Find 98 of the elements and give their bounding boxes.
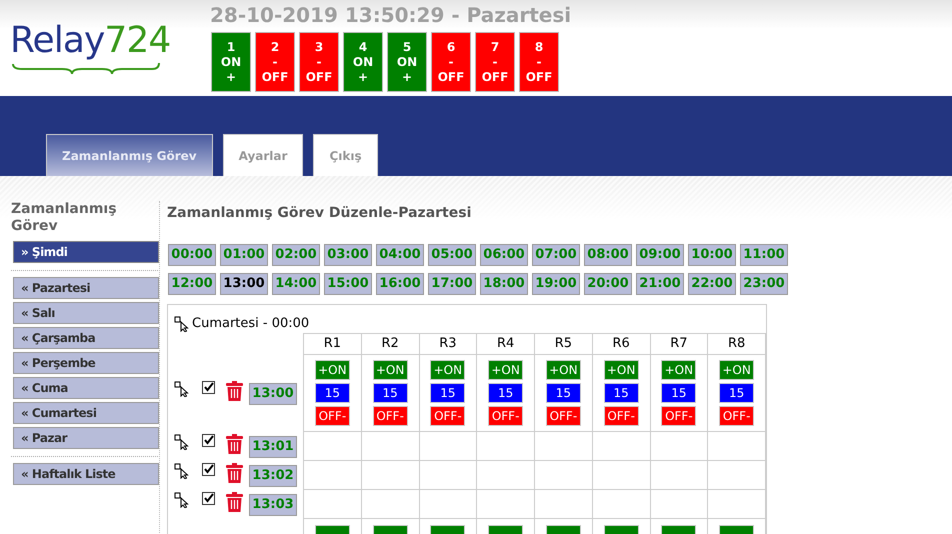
relay-status-button[interactable]: 7 - OFF xyxy=(475,32,515,92)
relay-status-button[interactable]: 5 ON + xyxy=(387,32,427,92)
hour-button[interactable]: 21:00 xyxy=(636,273,684,295)
hour-button[interactable]: 14:00 xyxy=(272,273,320,295)
relay-status-button[interactable]: 6 - OFF xyxy=(431,32,471,92)
sidebar-title: Zamanlanmış Görev xyxy=(11,201,118,235)
column-header: R8 xyxy=(708,334,766,354)
duration-value: 15 xyxy=(661,383,696,403)
hour-button[interactable]: 01:00 xyxy=(220,244,268,266)
hour-button[interactable]: 10:00 xyxy=(688,244,736,266)
hour-button[interactable]: 20:00 xyxy=(584,273,632,295)
relay-status-button[interactable]: 1 ON + xyxy=(211,32,251,92)
time-label: 13:00 xyxy=(249,382,297,404)
cursor-copy-icon[interactable] xyxy=(174,434,190,450)
duration-value: 15 xyxy=(314,383,350,403)
off-button[interactable]: OFF- xyxy=(661,406,696,426)
hour-button[interactable]: 23:00 xyxy=(740,273,788,295)
on-button[interactable]: +ON xyxy=(488,360,524,380)
hour-button[interactable]: 04:00 xyxy=(376,244,424,266)
on-button[interactable]: +ON xyxy=(372,360,408,380)
sidebar-item[interactable]: » Şimdi xyxy=(13,241,159,263)
cursor-copy-icon[interactable] xyxy=(174,316,190,332)
on-button[interactable]: +ON xyxy=(661,360,696,380)
hour-button[interactable]: 08:00 xyxy=(584,244,632,266)
checkbox[interactable] xyxy=(202,492,215,504)
nav-tab[interactable]: Ayarlar xyxy=(222,134,304,176)
page-title: Zamanlanmış Görev Düzenle-Pazartesi xyxy=(167,204,472,222)
relay-status-button[interactable]: 8 - OFF xyxy=(519,32,559,92)
on-button[interactable]: +ON xyxy=(546,360,581,380)
duration-value: 15 xyxy=(604,383,639,403)
off-button[interactable]: OFF- xyxy=(314,406,350,426)
on-button[interactable]: +ON xyxy=(604,360,639,380)
trash-icon[interactable] xyxy=(226,380,243,400)
off-button[interactable]: OFF- xyxy=(546,406,581,426)
relay-status-button[interactable]: 2 - OFF xyxy=(255,32,295,92)
sidebar-item[interactable]: « Cumartesi xyxy=(13,402,159,424)
hour-button[interactable]: 22:00 xyxy=(688,273,736,295)
on-button[interactable]: +ON xyxy=(430,360,466,380)
time-label: 13:03 xyxy=(249,494,297,516)
date-time-text: 28-10-2019 13:50:29 - Pazartesi xyxy=(210,2,572,28)
hour-button[interactable]: 06:00 xyxy=(480,244,528,266)
trash-icon[interactable] xyxy=(226,492,243,512)
on-button[interactable]: +ON xyxy=(314,360,350,380)
sidebar-item[interactable]: « Pazartesi xyxy=(13,277,159,299)
duration-value: 15 xyxy=(719,383,754,403)
on-button[interactable]: +ON xyxy=(719,360,754,380)
column-header: R5 xyxy=(534,334,592,354)
duration-value: 15 xyxy=(546,383,581,403)
hour-button[interactable]: 11:00 xyxy=(740,244,788,266)
sidebar-item[interactable]: « Cuma xyxy=(13,377,159,399)
hour-button[interactable]: 05:00 xyxy=(428,244,476,266)
hour-button[interactable]: 12:00 xyxy=(168,273,216,295)
off-button[interactable]: OFF- xyxy=(604,406,639,426)
cursor-copy-icon[interactable] xyxy=(174,492,190,508)
nav-tab[interactable]: Zamanlanmış Görev xyxy=(46,134,213,176)
column-header: R7 xyxy=(650,334,708,354)
off-button[interactable]: OFF- xyxy=(719,406,754,426)
hour-button[interactable]: 02:00 xyxy=(272,244,320,266)
trash-icon[interactable] xyxy=(226,434,243,454)
column-header: R3 xyxy=(419,334,477,354)
cursor-copy-icon[interactable] xyxy=(174,462,190,478)
relay-logo: Relay724 xyxy=(10,20,170,76)
hour-button[interactable]: 13:00 xyxy=(220,273,268,295)
sidebar-item[interactable]: « Pazar xyxy=(13,427,159,449)
sidebar-item[interactable]: « Perşembe xyxy=(13,352,159,374)
column-header: R4 xyxy=(476,334,534,354)
nav-tab[interactable]: Çıkış xyxy=(313,134,378,176)
time-label: 13:02 xyxy=(249,464,297,486)
duration-value: 15 xyxy=(372,383,408,403)
column-header: R1 xyxy=(304,334,362,354)
sidebar-item[interactable]: « Salı xyxy=(13,302,159,324)
duration-value: 15 xyxy=(430,383,466,403)
checkbox[interactable] xyxy=(202,380,215,394)
hour-button[interactable]: 09:00 xyxy=(636,244,684,266)
off-button[interactable]: OFF- xyxy=(372,406,408,426)
column-header: R2 xyxy=(361,334,419,354)
column-header: R6 xyxy=(592,334,650,354)
sidebar-item[interactable]: « Çarşamba xyxy=(13,327,159,349)
copy-source-label: Cumartesi - 00:00 xyxy=(192,315,310,334)
duration-value: 15 xyxy=(488,383,524,403)
time-label: 13:01 xyxy=(249,436,297,458)
relay-status-button[interactable]: 3 - OFF xyxy=(299,32,339,92)
off-button[interactable]: OFF- xyxy=(488,406,524,426)
checkbox[interactable] xyxy=(202,462,215,476)
hour-button[interactable]: 17:00 xyxy=(428,273,476,295)
hour-button[interactable]: 16:00 xyxy=(376,273,424,295)
hour-button[interactable]: 18:00 xyxy=(480,273,528,295)
cursor-copy-icon[interactable] xyxy=(174,380,190,396)
hour-button[interactable]: 19:00 xyxy=(532,273,580,295)
sidebar-item[interactable]: « Haftalık Liste xyxy=(13,463,159,485)
hour-button[interactable]: 03:00 xyxy=(324,244,372,266)
trash-icon[interactable] xyxy=(226,462,243,482)
relay-status-button[interactable]: 4 ON + xyxy=(343,32,383,92)
hour-button[interactable]: 15:00 xyxy=(324,273,372,295)
checkbox[interactable] xyxy=(202,434,215,446)
off-button[interactable]: OFF- xyxy=(430,406,466,426)
hour-button[interactable]: 07:00 xyxy=(532,244,580,266)
hour-button[interactable]: 00:00 xyxy=(168,244,216,266)
